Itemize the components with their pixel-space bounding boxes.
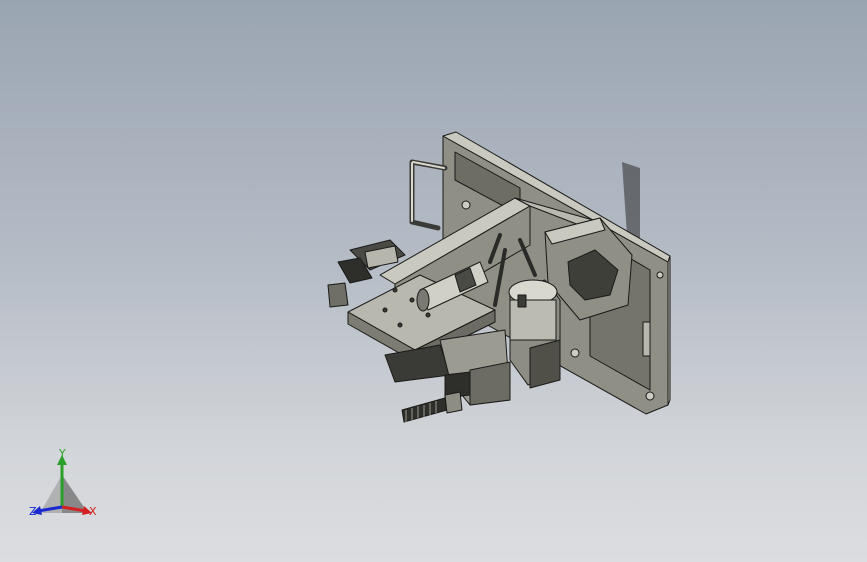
model-assembly[interactable] — [0, 0, 867, 562]
clip-right — [642, 321, 651, 357]
orientation-triad[interactable]: Y X Z — [20, 445, 110, 530]
rotary-unit — [508, 279, 561, 389]
spring-rod — [401, 391, 463, 423]
handle-bar-highlight — [411, 161, 445, 222]
triad-z-label: Z — [29, 505, 37, 518]
handle-bar — [409, 159, 448, 231]
triad-x-label: X — [89, 505, 97, 518]
graphics-viewport[interactable]: Y X Z — [0, 0, 867, 562]
triad-y-label: Y — [59, 447, 66, 460]
